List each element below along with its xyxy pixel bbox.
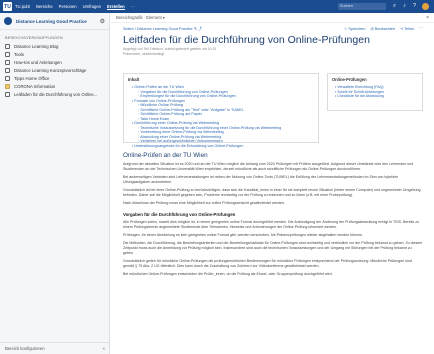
- nav-tupuls[interactable]: TU.pulS: [15, 4, 30, 9]
- page-icon: [5, 51, 10, 57]
- page-meta-sub: Präsenzfrei, studienbedingt: [123, 51, 165, 56]
- page-icon: [5, 43, 10, 49]
- paragraph: Die Methoden, die Durchführung, die Beur…: [123, 241, 423, 255]
- paragraph: Prüfungen, für deren Abwicklung es kein …: [123, 233, 363, 237]
- space-logo-icon: [4, 17, 12, 25]
- sidebar-item-homeoffice[interactable]: Tipps Home Office: [0, 74, 109, 82]
- sidebar-item-label: How-tos und Anleitungen: [14, 59, 62, 65]
- main-content: Bereichsgrafik · Element ▾ × Seiten / Di…: [111, 13, 434, 354]
- sidebar-item-blog[interactable]: Distance Learning Blog: [0, 42, 109, 50]
- page-tree-title[interactable]: Bereichsgrafik · Element ▾: [116, 15, 165, 20]
- sidebar-item-label: Leitfaden für die Durchführung von Onlin…: [14, 91, 98, 97]
- search-input[interactable]: Suchen: [338, 3, 386, 10]
- sidebar-item-label: Tipps Home Office: [14, 75, 50, 81]
- sidebar-item-tools[interactable]: Tools: [0, 50, 109, 58]
- page-toolbar: Bereichsgrafik · Element ▾ ×: [111, 13, 434, 23]
- paragraph: Alle Prüfungen sollen, soweit dies mögli…: [123, 220, 419, 229]
- search-icon[interactable]: ⌕: [391, 3, 398, 10]
- related-links-panel: Online-Prüfungen • Verwaltete Einrichtun…: [327, 73, 423, 111]
- table-of-contents: Inhalt • Online-Prüfen an der TU Wien ◦ …: [123, 73, 319, 148]
- bell-icon[interactable]: ♪: [401, 3, 408, 10]
- paragraph: Nach Abschluss der Prüfung muss eine Mög…: [123, 201, 285, 205]
- watch-button[interactable]: ◎ Beobachten: [370, 26, 395, 31]
- sidebar-item-howtos[interactable]: How-tos und Anleitungen: [0, 58, 109, 66]
- sidebar-item-leitfaden[interactable]: Leitfaden für die Durchführung von Onlin…: [0, 90, 109, 98]
- page-actions: ☆ Speichern ◎ Beobachten ≺ Teilen ···: [339, 26, 423, 31]
- close-icon[interactable]: ×: [426, 15, 429, 21]
- help-icon[interactable]: ?: [411, 3, 418, 10]
- page-title: Leitfaden für die Durchführung von Onlin…: [123, 34, 370, 46]
- collapse-sidebar-icon[interactable]: «: [103, 346, 105, 351]
- related-link[interactable]: • Checkliste für die Abwicklung: [332, 94, 418, 99]
- section-heading: Online-Prüfen an der TU Wien: [123, 152, 208, 159]
- toc-region: Inhalt • Online-Prüfen an der TU Wien ◦ …: [123, 73, 423, 148]
- sidebar-item-label: Distance Learning Konzeptvorschläge: [14, 67, 87, 73]
- page-icon: [5, 75, 10, 81]
- paragraph: Aufgrund der aktuellen Situation ist es …: [123, 162, 414, 171]
- more-actions-button[interactable]: ···: [419, 26, 423, 31]
- save-button[interactable]: ☆ Speichern: [344, 26, 366, 31]
- paragraph: Grundsätzlich gelten für mündliche Onlin…: [123, 259, 412, 268]
- toc-link[interactable]: • Unterstützungsangebote für die Entwick…: [128, 144, 314, 149]
- more-menu[interactable]: ···: [131, 4, 135, 9]
- page-icon: [5, 59, 10, 65]
- page-icon: [5, 91, 10, 97]
- subsection-heading: Vorgaben für die Durchführung von Online…: [123, 212, 236, 217]
- sidebar-item-corona[interactable]: CORONA Information: [0, 82, 109, 90]
- toc-title: Inhalt: [128, 77, 140, 82]
- create-button[interactable]: Erstellen: [107, 4, 125, 10]
- paragraph: Grundsätzlich ist bei einer Online-Prüfu…: [123, 188, 421, 197]
- top-navigation-bar: TU TU.pulS Bereiche Personen Umfragen Er…: [0, 0, 434, 13]
- user-avatar[interactable]: [422, 3, 429, 10]
- space-sidebar: Distance Learning Good Practice ⚙ BEREIC…: [0, 13, 110, 354]
- sidebar-item-label: Distance Learning Blog: [14, 43, 59, 49]
- paragraph: Bei anderweitigen Varianten sind Lehrver…: [123, 175, 399, 184]
- sidebar-item-label: Tools: [14, 51, 25, 57]
- space-settings-footer[interactable]: Bereich konfigurieren «: [0, 342, 110, 354]
- configure-space-link[interactable]: Bereich konfigurieren: [5, 346, 45, 351]
- tu-logo[interactable]: TU: [3, 2, 12, 11]
- folder-icon: [5, 83, 10, 89]
- nav-personen[interactable]: Personen: [59, 4, 77, 9]
- nav-umfragen[interactable]: Umfragen: [83, 4, 101, 9]
- related-links-title: Online-Prüfungen: [332, 77, 367, 82]
- nav-bereiche[interactable]: Bereiche: [36, 4, 53, 9]
- page-body: Seiten / Distance Learning Good Practice…: [123, 25, 423, 277]
- paragraph: Bei mündlichen Online-Prüfungen entschei…: [123, 272, 333, 276]
- space-header[interactable]: Distance Learning Good Practice ⚙: [0, 13, 109, 30]
- share-button[interactable]: ≺ Teilen: [400, 26, 414, 31]
- page-icon: [5, 67, 10, 73]
- sidebar-item-label: CORONA Information: [14, 83, 56, 89]
- sidebar-section-label: BEREICHSVERKNÜPFUNGEN: [5, 36, 63, 40]
- space-name[interactable]: Distance Learning Good Practice: [16, 19, 87, 24]
- sidebar-item-konzept[interactable]: Distance Learning Konzeptvorschläge: [0, 66, 109, 74]
- gear-icon[interactable]: ⚙: [100, 18, 105, 25]
